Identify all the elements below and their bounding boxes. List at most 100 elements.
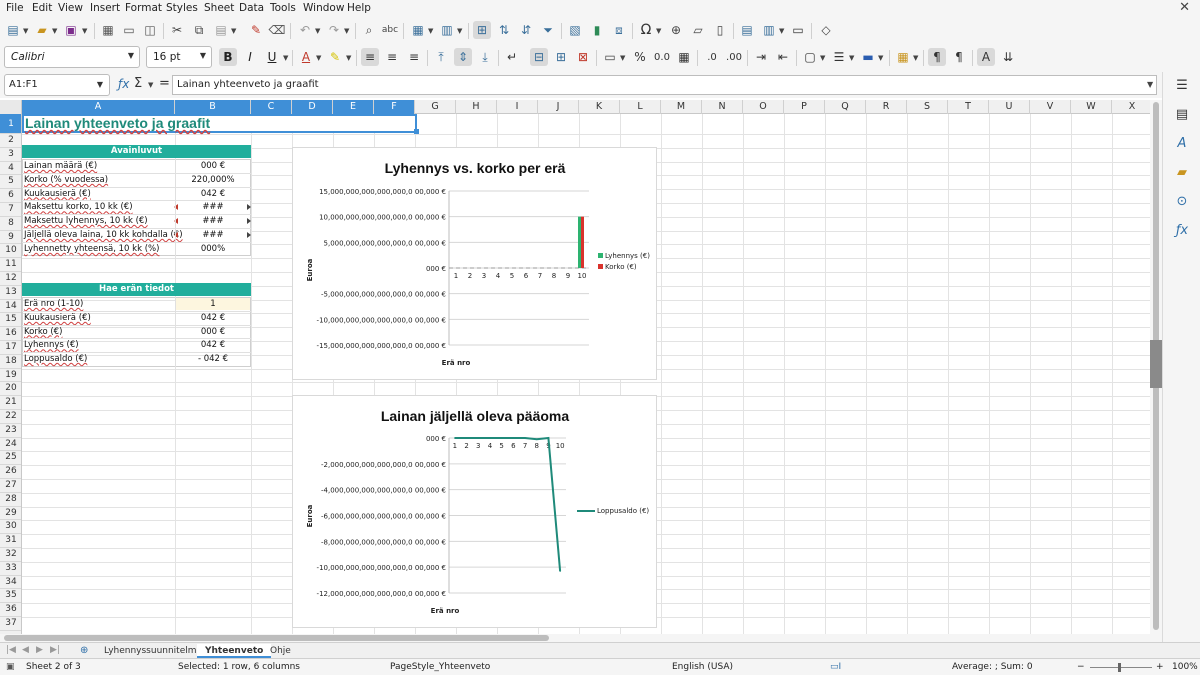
menu-file[interactable]: File xyxy=(6,2,24,14)
redo-dropdown-icon[interactable]: ▼ xyxy=(344,27,349,35)
merge-center-icon[interactable]: ⊟ xyxy=(530,48,548,66)
row-icon[interactable]: ▦ xyxy=(409,21,427,39)
vertical-scrollbar[interactable] xyxy=(1150,100,1162,634)
sheet-grid[interactable]: Lainan yhteenveto ja graafit Avainluvut … xyxy=(22,114,1150,634)
clear-formatting-icon[interactable]: ⌫ xyxy=(268,21,286,39)
scroll-split-handle[interactable] xyxy=(1150,340,1162,388)
clone-formatting-icon[interactable]: ✎ xyxy=(247,21,265,39)
menu-edit[interactable]: Edit xyxy=(32,2,52,14)
page-style[interactable]: PageStyle_Yhteenveto xyxy=(390,662,490,672)
column-header-c[interactable]: C xyxy=(251,100,292,114)
column-header-r[interactable]: R xyxy=(866,100,907,114)
column-header-j[interactable]: J xyxy=(538,100,579,114)
delete-decimal-icon[interactable]: .00 xyxy=(725,48,743,66)
row-dropdown-icon[interactable]: ▼ xyxy=(428,27,433,35)
formula-input[interactable]: Lainan yhteenveto ja graafit xyxy=(172,75,1157,95)
row-header-20[interactable]: 20 xyxy=(0,382,21,397)
gallery-icon[interactable]: ▰ xyxy=(1173,165,1191,183)
last-sheet-icon[interactable]: ▶| xyxy=(50,645,60,655)
conditional-format-icon[interactable]: ▦ xyxy=(894,48,912,66)
column-header-g[interactable]: G xyxy=(415,100,456,114)
wrap-text-icon[interactable]: ↵ xyxy=(503,48,521,66)
row-header-3[interactable]: 3 xyxy=(0,148,21,162)
zoom-level[interactable]: 100% xyxy=(1172,662,1198,672)
column-header-q[interactable]: Q xyxy=(825,100,866,114)
align-left-icon[interactable]: ≡ xyxy=(361,48,379,66)
row-header-7[interactable]: 7 xyxy=(0,203,21,217)
highlight-dropdown-icon[interactable]: ▼ xyxy=(346,54,351,62)
menu-format[interactable]: Format xyxy=(125,2,162,14)
row-header-6[interactable]: 6 xyxy=(0,189,21,203)
currency-format-icon[interactable]: ▭ xyxy=(601,48,619,66)
row-header-5[interactable]: 5 xyxy=(0,175,21,190)
new-document-icon[interactable]: ▤ xyxy=(4,21,22,39)
column-header-u[interactable]: U xyxy=(989,100,1030,114)
row-header-34[interactable]: 34 xyxy=(0,576,21,590)
name-box[interactable]: A1:F1 ▼ xyxy=(4,74,110,96)
sort-descending-icon[interactable]: ⇵ xyxy=(517,21,535,39)
row-header-11[interactable]: 11 xyxy=(0,258,21,272)
increase-indent-icon[interactable]: ⇥ xyxy=(752,48,770,66)
column-header-p[interactable]: P xyxy=(784,100,825,114)
hamburger-menu-icon[interactable]: ☰ xyxy=(1173,78,1191,96)
show-draw-functions-icon[interactable]: ◇ xyxy=(817,21,835,39)
underline-icon[interactable]: U xyxy=(263,48,281,66)
row-header-23[interactable]: 23 xyxy=(0,424,21,438)
row-header-13[interactable]: 13 xyxy=(0,286,21,300)
row-header-16[interactable]: 16 xyxy=(0,327,21,341)
fill-handle[interactable] xyxy=(414,129,419,134)
chart-remaining-principal[interactable]: Lainan jäljellä oleva pääoma 000 € -2,000,… xyxy=(292,395,657,628)
row-header-22[interactable]: 22 xyxy=(0,410,21,424)
special-character-icon[interactable]: Ω xyxy=(637,21,655,39)
font-color-dropdown-icon[interactable]: ▼ xyxy=(316,54,321,62)
first-sheet-icon[interactable]: |◀ xyxy=(6,645,16,655)
print-icon[interactable]: ▭ xyxy=(120,21,138,39)
percent-format-icon[interactable]: % xyxy=(631,48,649,66)
align-center-icon[interactable]: ≡ xyxy=(383,48,401,66)
number-format-icon[interactable]: 0.0 xyxy=(653,48,671,66)
menu-tools[interactable]: Tools xyxy=(270,2,296,14)
paste-dropdown-icon[interactable]: ▼ xyxy=(231,27,236,35)
freeze-dropdown-icon[interactable]: ▼ xyxy=(779,27,784,35)
column-header-k[interactable]: K xyxy=(579,100,620,114)
row-header-9[interactable]: 9 xyxy=(0,231,21,245)
row-header-37[interactable]: 37 xyxy=(0,617,21,631)
column-icon[interactable]: ▥ xyxy=(438,21,456,39)
row-header-15[interactable]: 15 xyxy=(0,313,21,328)
row-header-2[interactable]: 2 xyxy=(0,134,21,148)
add-sheet-icon[interactable]: ⊕ xyxy=(80,645,88,656)
underline-dropdown-icon[interactable]: ▼ xyxy=(283,54,288,62)
open-dropdown-icon[interactable]: ▼ xyxy=(52,27,57,35)
functions-icon[interactable]: ƒx xyxy=(1173,223,1191,241)
font-color-icon[interactable]: A xyxy=(297,48,315,66)
column-header-l[interactable]: L xyxy=(620,100,661,114)
column-header-s[interactable]: S xyxy=(907,100,948,114)
text-direction-horizontal-icon[interactable]: A xyxy=(977,48,995,66)
column-header-b[interactable]: B xyxy=(175,100,251,114)
horizontal-scroll-thumb[interactable] xyxy=(4,635,549,641)
row-header-4[interactable]: 4 xyxy=(0,162,21,176)
hyperlink-icon[interactable]: ⊕ xyxy=(667,21,685,39)
row-header-32[interactable]: 32 xyxy=(0,548,21,562)
row-header-8[interactable]: 8 xyxy=(0,217,21,231)
borders-icon[interactable]: ▢ xyxy=(801,48,819,66)
sort-ascending-icon[interactable]: ⇅ xyxy=(495,21,513,39)
formula-icon[interactable]: = xyxy=(159,76,170,91)
row-header-27[interactable]: 27 xyxy=(0,479,21,493)
open-folder-icon[interactable]: ▰ xyxy=(33,21,51,39)
menu-data[interactable]: Data xyxy=(239,2,264,14)
decrease-indent-icon[interactable]: ⇤ xyxy=(774,48,792,66)
undo-dropdown-icon[interactable]: ▼ xyxy=(315,27,320,35)
row-header-17[interactable]: 17 xyxy=(0,341,21,355)
zoom-in-icon[interactable]: + xyxy=(1156,662,1164,672)
menu-help[interactable]: Help xyxy=(347,2,371,14)
chevron-down-icon[interactable]: ▼ xyxy=(200,51,206,60)
chevron-down-icon[interactable]: ▼ xyxy=(97,80,103,89)
zoom-slider-thumb[interactable] xyxy=(1118,663,1121,672)
row-header-26[interactable]: 26 xyxy=(0,465,21,479)
chevron-down-icon[interactable]: ▼ xyxy=(128,51,134,60)
border-style-icon[interactable]: ☰ xyxy=(830,48,848,66)
currency-dropdown-icon[interactable]: ▼ xyxy=(620,54,625,62)
menu-sheet[interactable]: Sheet xyxy=(204,2,234,14)
row-header-21[interactable]: 21 xyxy=(0,396,21,410)
